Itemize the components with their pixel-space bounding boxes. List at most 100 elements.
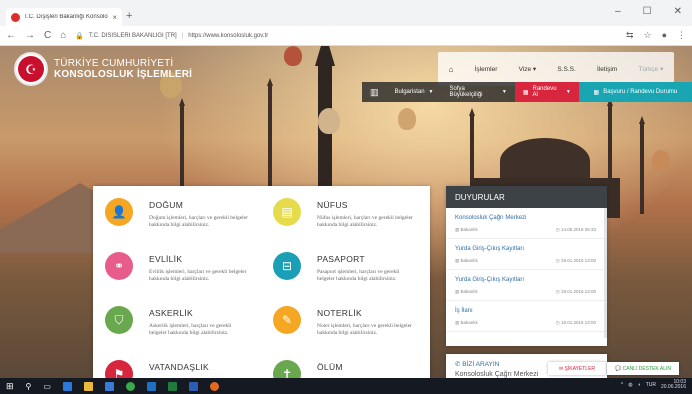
service-title[interactable]: NÜFUS (317, 200, 348, 210)
announcement-source: Bakanlık (460, 227, 478, 232)
clock[interactable]: 10:03 20.06.2016 (661, 380, 686, 390)
address-bar-row: ← → C ⌂ 🔒 T.C. DISISLERI BAKANLIGI [TR] … (0, 26, 692, 46)
person-icon: 👤 (105, 198, 133, 226)
service-title[interactable]: VATANDAŞLIK (149, 362, 209, 372)
forward-button[interactable]: → (25, 30, 35, 41)
announcement-date: 19.01.2016 13:00 (560, 258, 596, 263)
service-tile[interactable]: ✎ NOTERLİK Noter işlemleri, harçları ve ge… (261, 294, 421, 348)
mail-icon: ✉ (558, 365, 564, 372)
edge-icon[interactable] (62, 381, 72, 391)
service-tile[interactable]: ▤ NÜFUS Nüfus işlemleri, harçları ve gerek… (261, 186, 421, 240)
word-icon[interactable] (188, 381, 198, 391)
service-tile[interactable]: 👤 DOĞUM Doğum işlemleri, harçları ve gerek… (93, 186, 253, 240)
volume-icon[interactable]: ◖ (638, 382, 641, 388)
clock-icon: ◷ (555, 227, 560, 232)
announcement-item[interactable]: Yurda Giriş-Çıkış Kayıtları ▥ Bakanlık ◷ 1… (446, 239, 604, 270)
building-icon: ▥ (455, 320, 460, 325)
service-title[interactable]: NOTERLİK (317, 308, 362, 318)
network-icon[interactable]: ◍ (628, 382, 632, 388)
search-icon[interactable]: ⚲ (26, 382, 32, 391)
complaint-button[interactable]: ✉ ŞİKAYETLER (548, 362, 606, 375)
calendar-icon: ▦ (593, 89, 600, 96)
building-icon: ▥ (455, 289, 460, 294)
translate-icon[interactable]: ⇆ (626, 30, 634, 41)
announcement-date: 19.01.2016 13:00 (560, 289, 596, 294)
service-tile[interactable]: ⚭ EVLİLİK Evlilik işlemleri, harçları ve g… (93, 240, 253, 294)
service-tile[interactable]: ✝ ÖLÜM (261, 348, 421, 378)
task-view-icon[interactable]: ▭ (43, 382, 51, 391)
new-tab-button[interactable]: + (126, 10, 132, 22)
hot-air-balloon (398, 108, 416, 130)
language-selector[interactable]: Türkçe ▾ (638, 65, 663, 73)
tab-close-icon[interactable]: × (112, 13, 117, 22)
logo-line1: TÜRKİYE CUMHURİYETİ (54, 58, 174, 69)
services-panel: 👤 DOĞUM Doğum işlemleri, harçları ve gerek… (93, 186, 430, 378)
clock-icon: ◷ (555, 289, 560, 294)
url-field[interactable]: 🔒 T.C. DISISLERI BAKANLIGI [TR] | https:… (75, 29, 617, 43)
announcement-meta: ▥ Bakanlık ◷ 19.01.2016 13:00 (455, 289, 596, 295)
live-support-button[interactable]: 💬 CANLI DESTEK ALIN (607, 362, 679, 375)
announcement-title[interactable]: Yurda Giriş-Çıkış Kayıtları (455, 277, 596, 283)
chrome-icon[interactable] (125, 381, 135, 391)
windows-start-icon[interactable]: ⊞ (6, 381, 14, 392)
country-dropdown[interactable]: Bulgaristan ▼ (386, 82, 442, 102)
announcement-title[interactable]: Yurda Giriş-Çıkış Kayıtları (455, 246, 596, 252)
announcement-meta: ▥ Bakanlık ◷ 14.06.2016 06:33 (455, 227, 596, 233)
announcement-source: Bakanlık (460, 258, 478, 263)
home-button[interactable]: ⌂ (60, 30, 66, 41)
service-description: Nüfus işlemleri, harçları ve gerekli bel… (317, 215, 413, 228)
announcement-date: 14.06.2016 06:33 (560, 227, 596, 232)
window-controls: – ☐ ✕ (615, 6, 682, 17)
service-title[interactable]: DOĞUM (149, 200, 183, 210)
announcements-list[interactable]: Konsolosluk Çağrı Merkezi ▥ Bakanlık ◷ 14.… (446, 208, 607, 338)
service-title[interactable]: EVLİLİK (149, 254, 182, 264)
nav-item-sss[interactable]: S.S.S. (557, 66, 575, 73)
firefox-icon[interactable] (209, 381, 219, 391)
announcement-title[interactable]: İş İlanı (455, 308, 596, 314)
tray-arrow-icon[interactable]: ^ (621, 382, 623, 388)
reload-button[interactable]: C (44, 30, 51, 41)
death-icon: ✝ (273, 360, 301, 378)
mission-dropdown[interactable]: Sofya Büyükelçiliği ▼ (441, 82, 515, 102)
browser-tab[interactable]: T.C. Dışişleri Bakanlığı Konsolos × (6, 8, 122, 26)
service-title[interactable]: ASKERLİK (149, 308, 193, 318)
service-title[interactable]: ÖLÜM (317, 362, 343, 372)
nav-item-vize[interactable]: Vize ▾ (519, 65, 537, 73)
outlook-icon[interactable] (146, 381, 156, 391)
announcement-title[interactable]: Konsolosluk Çağrı Merkezi (455, 215, 596, 221)
chevron-down-icon: ▼ (501, 89, 507, 95)
service-description: Noter işlemleri, harçları ve gerekli bel… (317, 323, 412, 336)
excel-icon[interactable] (167, 381, 177, 391)
announcement-date: 19.01.2016 13:00 (560, 320, 596, 325)
announcement-item[interactable]: İş İlanı ▥ Bakanlık ◷ 19.01.2016 13:00 (446, 301, 604, 332)
file-explorer-icon[interactable] (83, 381, 93, 391)
appointment-button[interactable]: ▦ Randevu Al ▼ (514, 82, 579, 102)
announcements-title: DUYURULAR (446, 186, 607, 208)
minimize-button[interactable]: – (615, 6, 621, 17)
application-status-button[interactable]: ▦ Başvuru / Randevu Durumu (578, 82, 692, 102)
hot-air-balloon (318, 108, 340, 134)
service-tile[interactable]: ⛉ ASKERLİK Askerlik işlemleri, harçları ve… (93, 294, 253, 348)
close-window-button[interactable]: ✕ (674, 6, 682, 17)
service-tile[interactable]: ⚑ VATANDAŞLIK (93, 348, 253, 378)
service-title[interactable]: PASAPORT (317, 254, 365, 264)
back-button[interactable]: ← (6, 30, 16, 41)
nav-item-iletisim[interactable]: İletişim (597, 66, 617, 73)
logo-line2: KONSOLOSLUK İŞLEMLERİ (54, 69, 193, 80)
clock-icon: ◷ (555, 320, 560, 325)
keyboard-language[interactable]: TUR (646, 382, 656, 388)
couple-icon: ⚭ (105, 252, 133, 280)
store-icon[interactable] (104, 381, 114, 391)
home-icon[interactable]: ⌂ (449, 65, 454, 74)
bookmark-star-icon[interactable]: ☆ (643, 30, 651, 41)
maximize-button[interactable]: ☐ (643, 6, 652, 17)
announcement-item[interactable]: Yurda Giriş-Çıkış Kayıtları ▥ Bakanlık ◷ 1… (446, 270, 604, 301)
browser-tab-bar: T.C. Dışişleri Bakanlığı Konsolos × + – … (0, 0, 692, 26)
hot-air-balloon (652, 150, 670, 172)
service-tile[interactable]: ⊟ PASAPORT Pasaport işlemleri, harçları ve… (261, 240, 421, 294)
profile-icon[interactable]: ● (662, 30, 667, 41)
nav-item-islemler[interactable]: İşlemler (475, 66, 498, 73)
announcement-item[interactable]: Konsolosluk Çağrı Merkezi ▥ Bakanlık ◷ 14.… (446, 208, 604, 239)
site-logo[interactable]: ☪ TÜRKİYE CUMHURİYETİ KONSOLOSLUK İŞLEML… (14, 52, 192, 86)
menu-kebab-icon[interactable]: ⋮ (677, 30, 686, 41)
